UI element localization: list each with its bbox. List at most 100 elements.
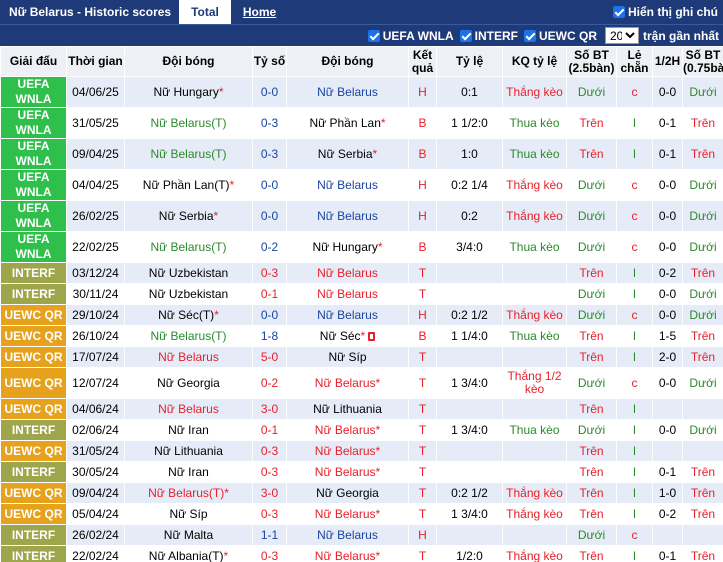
- home-team-cell[interactable]: Nữ Belarus(T): [124, 138, 253, 170]
- away-team-name[interactable]: Nữ Belarus: [317, 528, 378, 542]
- home-team-cell[interactable]: Nữ Uzbekistan: [124, 283, 253, 305]
- league-cell[interactable]: INTERF: [0, 461, 67, 483]
- league-cell[interactable]: UEWC QR: [0, 482, 67, 504]
- table-row[interactable]: INTERF 30/05/24 Nữ Iran 0-3 Nữ Belarus* T Trên…: [0, 461, 723, 483]
- score-cell[interactable]: 1-1: [252, 524, 287, 546]
- tab-total[interactable]: Total: [179, 0, 231, 24]
- home-team-cell[interactable]: Nữ Albania(T)*: [124, 545, 253, 562]
- home-team-cell[interactable]: Nữ Belarus(T): [124, 107, 253, 139]
- away-team-name[interactable]: Nữ Belarus: [315, 507, 376, 521]
- away-team-cell[interactable]: Nữ Belarus: [286, 304, 409, 326]
- away-team-cell[interactable]: Nữ Georgia: [286, 482, 409, 504]
- table-row[interactable]: INTERF 03/12/24 Nữ Uzbekistan 0-3 Nữ Belarus…: [0, 262, 723, 284]
- league-cell[interactable]: INTERF: [0, 262, 67, 284]
- score-cell[interactable]: 0-3: [252, 461, 287, 483]
- league-cell[interactable]: UEFA WNLA: [0, 76, 67, 108]
- home-team-name[interactable]: Nữ Belarus(T): [150, 116, 226, 130]
- league-cell[interactable]: INTERF: [0, 419, 67, 441]
- away-team-name[interactable]: Nữ Phần Lan: [309, 116, 380, 130]
- filter-interf-checkbox[interactable]: [459, 29, 472, 42]
- score-cell[interactable]: 0-3: [252, 107, 287, 139]
- away-team-name[interactable]: Nữ Georgia: [316, 486, 379, 500]
- away-team-name[interactable]: Nữ Belarus: [317, 287, 378, 301]
- away-team-cell[interactable]: Nữ Belarus: [286, 262, 409, 284]
- score-cell[interactable]: 0-3: [252, 545, 287, 562]
- away-team-cell[interactable]: Nữ Belarus: [286, 169, 409, 201]
- league-cell[interactable]: UEFA WNLA: [0, 231, 67, 263]
- home-team-name[interactable]: Nữ Hungary: [153, 85, 218, 99]
- league-cell[interactable]: UEFA WNLA: [0, 107, 67, 139]
- away-team-cell[interactable]: Nữ Belarus*: [286, 461, 409, 483]
- home-team-name[interactable]: Nữ Uzbekistan: [149, 287, 228, 301]
- league-cell[interactable]: UEWC QR: [0, 325, 67, 347]
- home-team-name[interactable]: Nữ Belarus(T): [148, 486, 224, 500]
- score-cell[interactable]: 0-0: [252, 169, 287, 201]
- away-team-cell[interactable]: Nữ Séc*: [286, 325, 409, 347]
- league-cell[interactable]: UEWC QR: [0, 503, 67, 525]
- home-team-cell[interactable]: Nữ Phần Lan(T)*: [124, 169, 253, 201]
- away-team-cell[interactable]: Nữ Belarus*: [286, 503, 409, 525]
- show-notes-checkbox[interactable]: [613, 6, 625, 18]
- score-cell[interactable]: 0-2: [252, 231, 287, 263]
- filter-interf[interactable]: INTERF: [459, 29, 518, 43]
- score-cell[interactable]: 0-0: [252, 304, 287, 326]
- away-team-cell[interactable]: Nữ Belarus: [286, 283, 409, 305]
- score-cell[interactable]: 0-3: [252, 138, 287, 170]
- home-team-name[interactable]: Nữ Belarus(T): [150, 329, 226, 343]
- table-row[interactable]: UEFA WNLA 26/02/25 Nữ Serbia* 0-0 Nữ Belarus…: [0, 200, 723, 232]
- home-team-cell[interactable]: Nữ Georgia: [124, 367, 253, 399]
- away-team-cell[interactable]: Nữ Belarus: [286, 524, 409, 546]
- home-team-name[interactable]: Nữ Georgia: [157, 376, 220, 390]
- away-team-name[interactable]: Nữ Belarus: [315, 376, 376, 390]
- home-team-name[interactable]: Nữ Lithuania: [154, 444, 223, 458]
- home-team-cell[interactable]: Nữ Belarus(T): [124, 231, 253, 263]
- home-team-name[interactable]: Nữ Belarus(T): [150, 240, 226, 254]
- home-team-name[interactable]: Nữ Iran: [168, 423, 209, 437]
- home-team-cell[interactable]: Nữ Hungary*: [124, 76, 253, 108]
- league-cell[interactable]: UEWC QR: [0, 304, 67, 326]
- home-team-cell[interactable]: Nữ Belarus: [124, 398, 253, 420]
- table-row[interactable]: UEFA WNLA 09/04/25 Nữ Belarus(T) 0-3 Nữ Serb…: [0, 138, 723, 170]
- home-team-cell[interactable]: Nữ Belarus: [124, 346, 253, 368]
- league-cell[interactable]: INTERF: [0, 545, 67, 562]
- away-team-cell[interactable]: Nữ Belarus: [286, 76, 409, 108]
- home-team-cell[interactable]: Nữ Séc(T)*: [124, 304, 253, 326]
- filter-uewc-qr[interactable]: UEWC QR: [523, 29, 597, 43]
- home-team-name[interactable]: Nữ Phần Lan(T): [143, 178, 230, 192]
- table-row[interactable]: INTERF 30/11/24 Nữ Uzbekistan 0-1 Nữ Belarus…: [0, 283, 723, 305]
- score-cell[interactable]: 0-3: [252, 440, 287, 462]
- table-row[interactable]: UEFA WNLA 31/05/25 Nữ Belarus(T) 0-3 Nữ Phần…: [0, 107, 723, 139]
- away-team-cell[interactable]: Nữ Síp: [286, 346, 409, 368]
- away-team-cell[interactable]: Nữ Lithuania: [286, 398, 409, 420]
- away-team-name[interactable]: Nữ Belarus: [317, 85, 378, 99]
- away-team-cell[interactable]: Nữ Phần Lan*: [286, 107, 409, 139]
- away-team-cell[interactable]: Nữ Belarus*: [286, 419, 409, 441]
- score-cell[interactable]: 0-2: [252, 367, 287, 399]
- away-team-name[interactable]: Nữ Séc: [320, 329, 361, 343]
- table-row[interactable]: UEWC QR 26/10/24 Nữ Belarus(T) 1-8 Nữ Séc* B 1…: [0, 325, 723, 347]
- filter-uefa-wnla-checkbox[interactable]: [367, 29, 380, 42]
- home-team-name[interactable]: Nữ Belarus: [158, 402, 219, 416]
- score-cell[interactable]: 0-1: [252, 419, 287, 441]
- score-cell[interactable]: 3-0: [252, 482, 287, 504]
- table-row[interactable]: UEFA WNLA 04/06/25 Nữ Hungary* 0-0 Nữ Belaru…: [0, 76, 723, 108]
- home-team-cell[interactable]: Nữ Belarus(T)*: [124, 482, 253, 504]
- filter-uewc-qr-checkbox[interactable]: [523, 29, 536, 42]
- score-cell[interactable]: 5-0: [252, 346, 287, 368]
- league-cell[interactable]: UEWC QR: [0, 440, 67, 462]
- home-team-name[interactable]: Nữ Serbia: [159, 209, 214, 223]
- home-team-cell[interactable]: Nữ Uzbekistan: [124, 262, 253, 284]
- away-team-name[interactable]: Nữ Belarus: [315, 549, 376, 562]
- score-cell[interactable]: 0-1: [252, 283, 287, 305]
- table-row[interactable]: UEWC QR 31/05/24 Nữ Lithuania 0-3 Nữ Belarus…: [0, 440, 723, 462]
- home-team-name[interactable]: Nữ Malta: [164, 528, 213, 542]
- away-team-name[interactable]: Nữ Belarus: [317, 308, 378, 322]
- away-team-name[interactable]: Nữ Belarus: [315, 465, 376, 479]
- league-cell[interactable]: UEFA WNLA: [0, 138, 67, 170]
- away-team-name[interactable]: Nữ Hungary: [312, 240, 377, 254]
- away-team-name[interactable]: Nữ Belarus: [317, 178, 378, 192]
- table-row[interactable]: UEWC QR 09/04/24 Nữ Belarus(T)* 3-0 Nữ Georg…: [0, 482, 723, 504]
- league-cell[interactable]: INTERF: [0, 524, 67, 546]
- home-team-cell[interactable]: Nữ Iran: [124, 419, 253, 441]
- score-cell[interactable]: 1-8: [252, 325, 287, 347]
